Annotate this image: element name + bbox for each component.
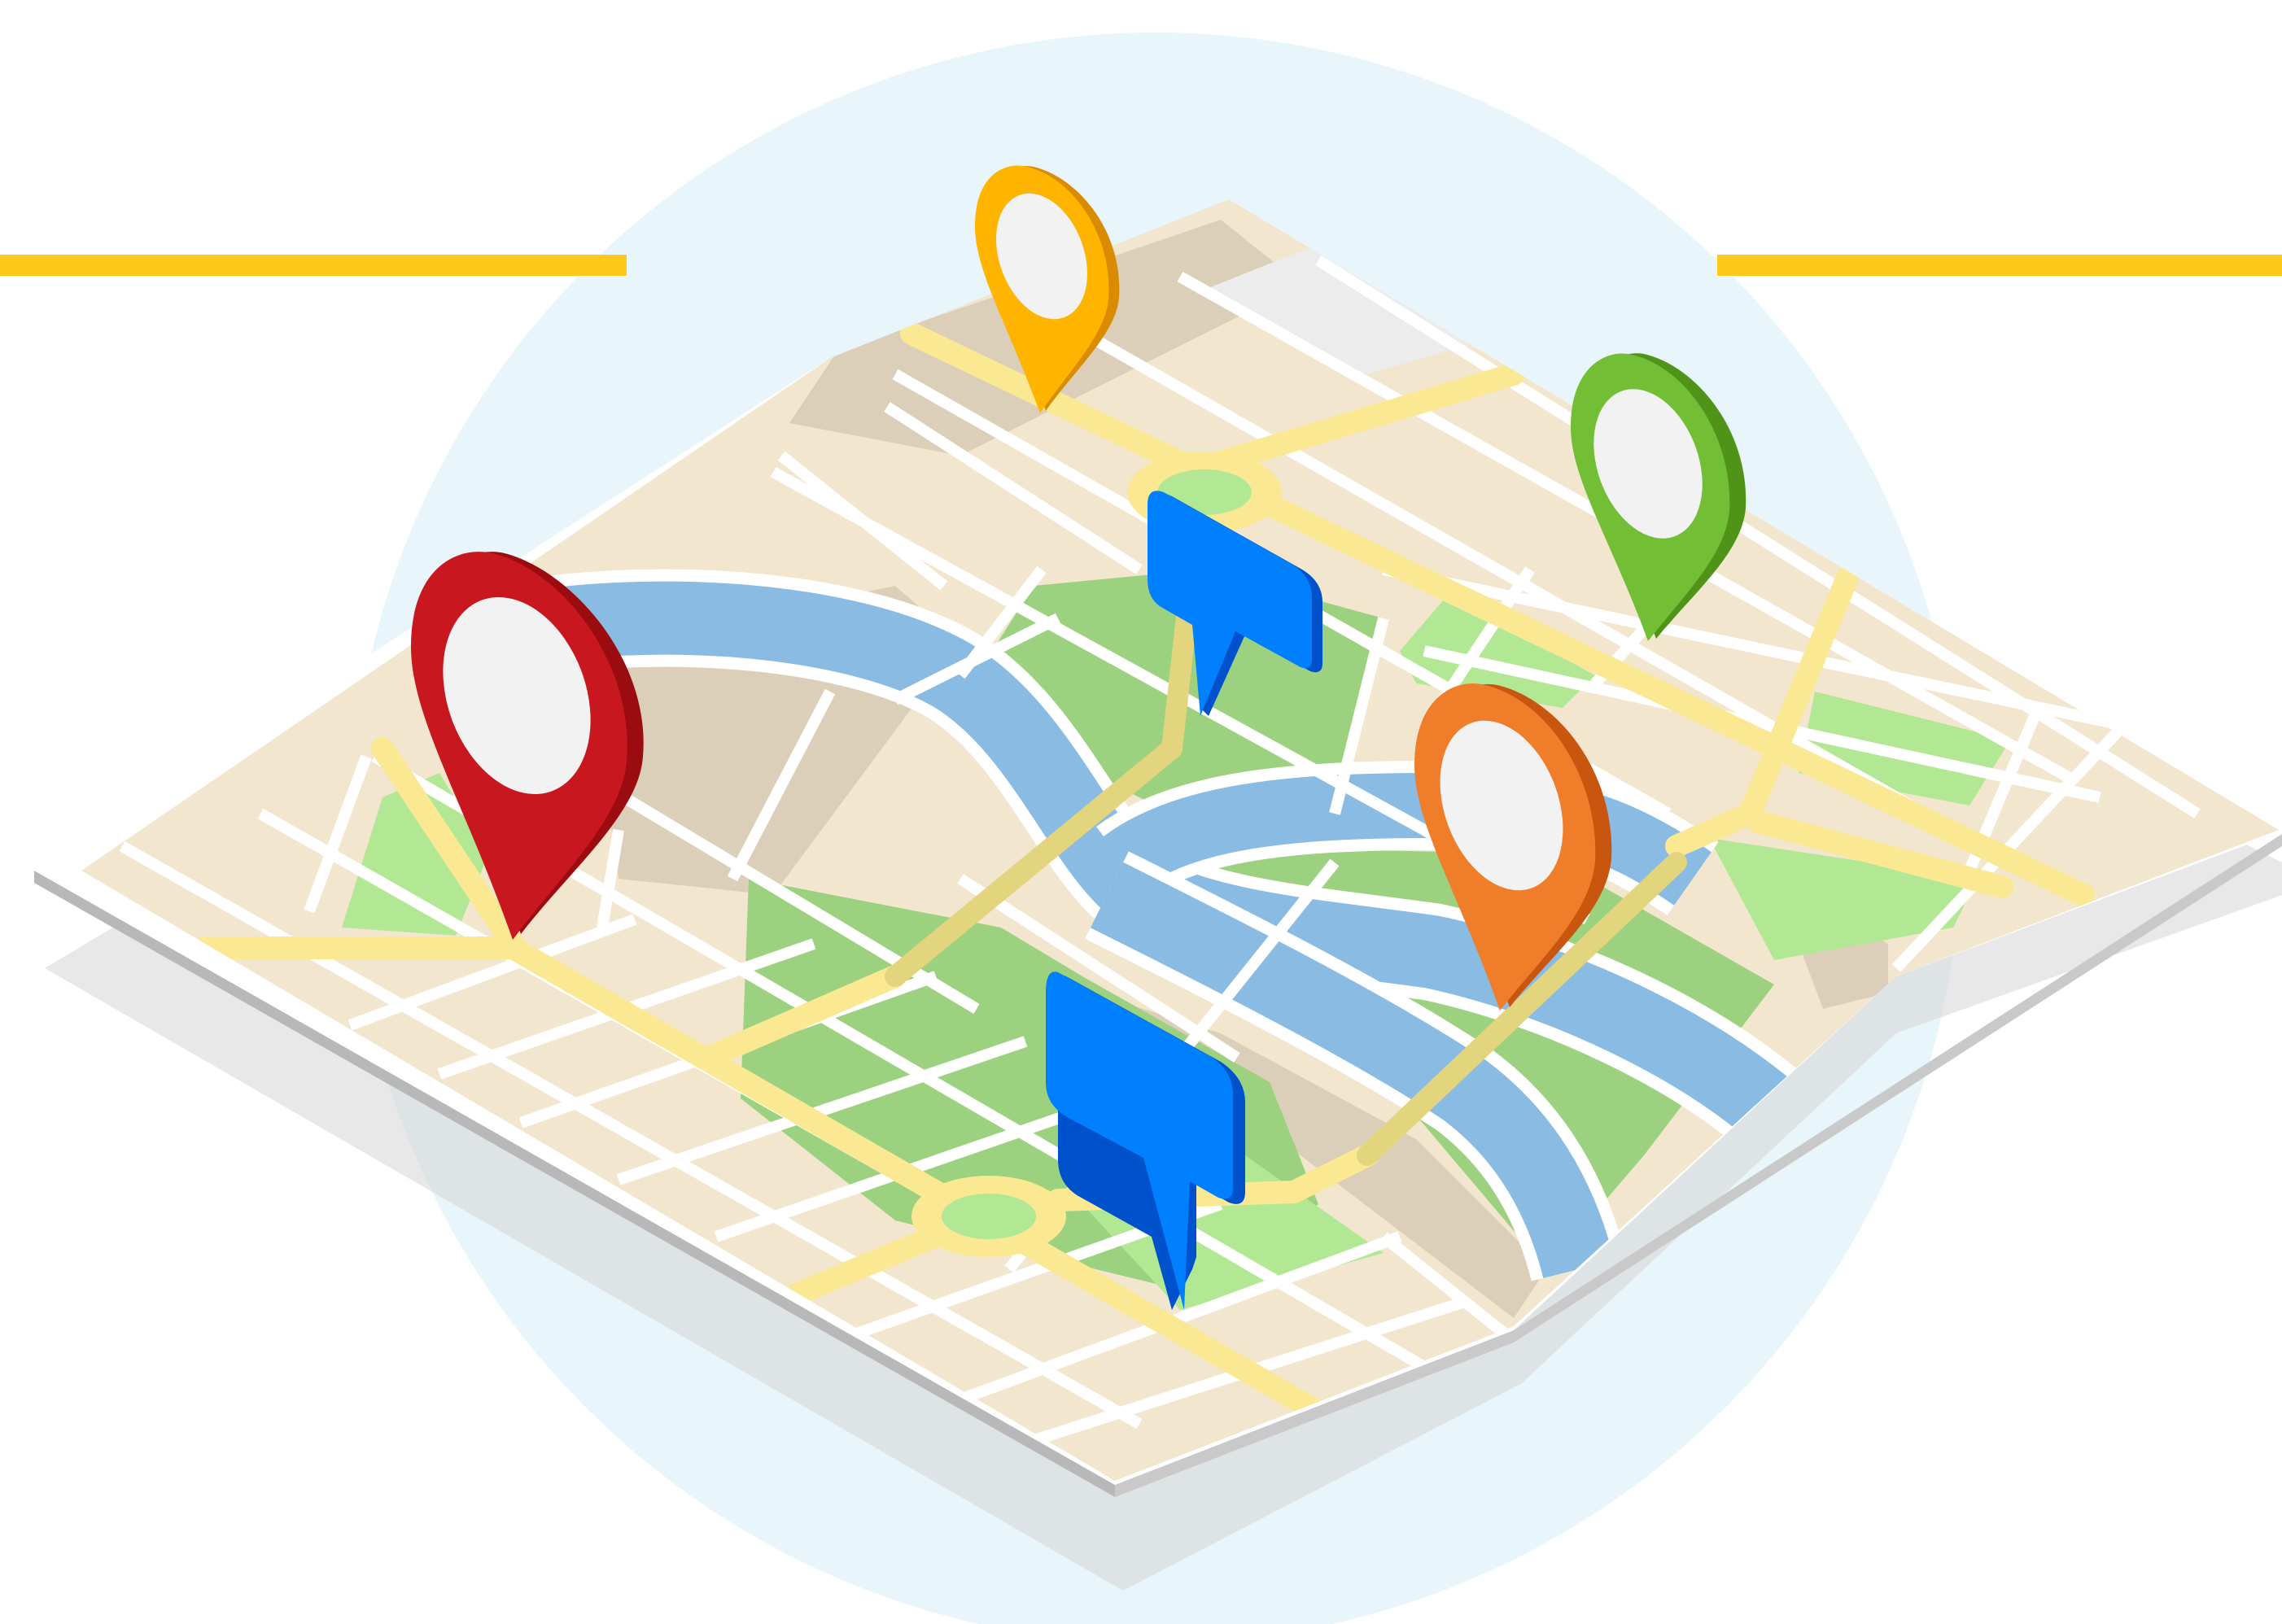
accent-line-right	[1717, 255, 2282, 276]
map-content	[81, 199, 2279, 1481]
accent-line-left	[0, 255, 627, 276]
map-illustration	[0, 33, 2282, 1624]
